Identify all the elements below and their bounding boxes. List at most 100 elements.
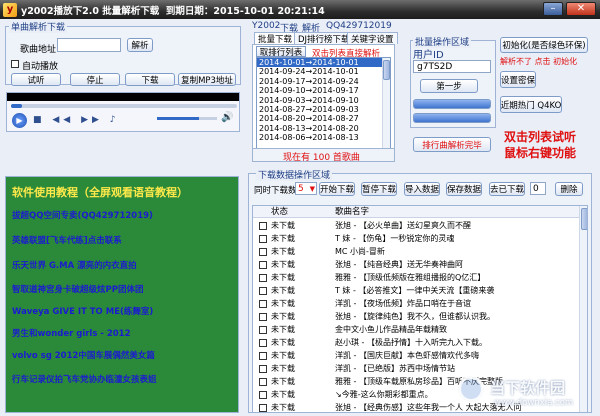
row-status: 未下载 bbox=[271, 364, 295, 373]
single-parse-group-title: 单曲解析下载 bbox=[9, 20, 68, 33]
concurrent-select[interactable]: 5 ▼ bbox=[295, 182, 317, 195]
table-row[interactable]: 未下载 赵小琪 - 【极品抒情】十入听完九入下载。 bbox=[253, 336, 579, 349]
rank-list-item[interactable]: 2014-08-20→2014-08-27 bbox=[257, 114, 390, 123]
column-status[interactable]: 状态 bbox=[271, 206, 288, 218]
player-progress-track[interactable] bbox=[11, 104, 237, 108]
preview-button[interactable]: 试听 bbox=[11, 73, 61, 86]
row-checkbox[interactable] bbox=[259, 365, 267, 373]
nav-y2002[interactable]: Y2002 bbox=[252, 21, 280, 31]
row-status: 未下载 bbox=[271, 247, 295, 256]
tutorial-link-1[interactable]: 拔超QQ空间专卖(QQ429712019) bbox=[12, 209, 153, 221]
row-checkbox[interactable] bbox=[259, 248, 267, 256]
table-row[interactable]: 未下载 MC 小尚-冒新 bbox=[253, 245, 579, 258]
import-data-button[interactable]: 导入数据 bbox=[404, 182, 440, 196]
rank-progress-bar bbox=[413, 113, 491, 123]
stop-button[interactable]: 停止 bbox=[70, 73, 120, 86]
row-checkbox[interactable] bbox=[259, 339, 267, 347]
rank-list-item[interactable]: 2014-09-24→2014-10-01 bbox=[257, 67, 390, 76]
row-song-name: 洋凯 - 【已绝版】苏西中场情节站 bbox=[335, 364, 455, 373]
rank-list-item[interactable]: 2014-08-13→2014-08-20 bbox=[257, 124, 390, 133]
table-scroll-thumb[interactable] bbox=[581, 208, 587, 230]
rank-list-scrollbar[interactable] bbox=[382, 58, 390, 148]
rank-parse-done-button[interactable]: 排行曲解析完毕 bbox=[413, 137, 491, 152]
rank-list[interactable]: 2014-10-01→2014-10-01 2014-09-24→2014-10-… bbox=[256, 57, 391, 149]
row-status: 未下载 bbox=[271, 351, 295, 360]
copy-mp3-address-button[interactable]: 复制MP3地址 bbox=[178, 73, 236, 86]
row-checkbox[interactable] bbox=[259, 222, 267, 230]
rank-list-item[interactable]: 2014-09-03→2014-09-10 bbox=[257, 96, 390, 105]
row-song-name: ↘今雅-这么你期彩都重点。 bbox=[335, 390, 433, 399]
row-checkbox[interactable] bbox=[259, 300, 267, 308]
rank-list-item[interactable]: 2014-09-17→2014-09-24 bbox=[257, 77, 390, 86]
row-checkbox[interactable] bbox=[259, 326, 267, 334]
tutorial-link-2[interactable]: 英雄联盟[飞车代练]点击联系 bbox=[12, 234, 122, 246]
row-checkbox[interactable] bbox=[259, 313, 267, 321]
recent-plays-button[interactable]: 近期热门 Q4KO bbox=[500, 96, 562, 113]
count-input[interactable]: 0 bbox=[530, 182, 546, 195]
volume-icon[interactable]: 🔊 bbox=[221, 112, 233, 123]
row-checkbox[interactable] bbox=[259, 261, 267, 269]
nav-qq[interactable]: QQ429712019 bbox=[326, 21, 392, 31]
start-download-button[interactable]: 开始下载 bbox=[319, 182, 355, 196]
auto-play-checkbox[interactable] bbox=[11, 60, 19, 68]
rank-list-item[interactable]: 2014-08-06→2014-08-13 bbox=[257, 133, 390, 142]
minimize-button[interactable]: – bbox=[543, 2, 563, 16]
rank-list-item[interactable]: 2014-08-27→2014-09-03 bbox=[257, 105, 390, 114]
tab-keyword-settings[interactable]: 关键字设置 bbox=[347, 32, 398, 45]
step1-button[interactable]: 第一步 bbox=[420, 79, 478, 93]
pause-download-button[interactable]: 暂停下载 bbox=[361, 182, 397, 196]
tutorial-link-5[interactable]: Waveya GIVE IT TO ME(练舞室) bbox=[12, 305, 153, 317]
set-password-button[interactable]: 设置密保 bbox=[500, 71, 536, 88]
player-transport-icons[interactable]: ■ ◀◀ ▶▶ ♪ bbox=[33, 115, 120, 125]
row-status: 未下载 bbox=[271, 260, 295, 269]
tutorial-link-4[interactable]: 智取道神宫身卡破超级炫PP团体团 bbox=[12, 283, 143, 295]
tab-dj-rank-download[interactable]: DJ排行榜下载 bbox=[294, 32, 354, 45]
remove-downloaded-button[interactable]: 去已下载 bbox=[489, 182, 525, 196]
delete-button[interactable]: 删除 bbox=[555, 182, 583, 196]
fetch-rank-list-button[interactable]: 取排行列表 bbox=[256, 46, 306, 58]
user-id-input[interactable]: g7TS2D bbox=[413, 60, 491, 73]
tutorial-panel: 软件使用教程（全屏观看语音教程） 拔超QQ空间专卖(QQ429712019) 英… bbox=[5, 176, 239, 413]
row-checkbox[interactable] bbox=[259, 378, 267, 386]
rank-list-item[interactable]: 2014-10-01→2014-10-01 bbox=[257, 58, 390, 68]
save-data-button[interactable]: 保存数据 bbox=[446, 182, 482, 196]
table-row[interactable]: 未下载 T 妹 - 【伤龟】一秒锐定你的灵魂 bbox=[253, 232, 579, 245]
init-button[interactable]: 初始化(是否绿色环保) bbox=[500, 37, 588, 53]
row-song-name: 洋凯 - 【国庆巨献】本色虾感情欢代多嗨 bbox=[335, 351, 479, 360]
song-address-input[interactable] bbox=[57, 38, 121, 52]
table-row[interactable]: 未下载 洋凯 - 【国庆巨献】本色虾感情欢代多嗨 bbox=[253, 349, 579, 362]
row-checkbox[interactable] bbox=[259, 352, 267, 360]
parse-button[interactable]: 解析 bbox=[127, 38, 153, 52]
volume-track[interactable] bbox=[157, 117, 217, 120]
row-checkbox[interactable] bbox=[259, 235, 267, 243]
row-checkbox[interactable] bbox=[259, 404, 267, 412]
column-song-name[interactable]: 歌曲名字 bbox=[335, 206, 369, 218]
close-button[interactable]: ✕ bbox=[566, 2, 596, 16]
table-row[interactable]: 未下载 张旭 - 【旋律纯色】我不久，但谁都认识我。 bbox=[253, 310, 579, 323]
tutorial-link-7[interactable]: volvo sg 2012中国车展偶然美女篇 bbox=[12, 349, 155, 361]
player-progress-fill bbox=[11, 104, 23, 108]
row-song-name: 雅雅 - 【顶级低频版在雅组播报的Q亿汇】 bbox=[335, 273, 486, 282]
table-row[interactable]: 未下载 金中文小鱼儿作品精品年载精致 bbox=[253, 323, 579, 336]
tutorial-link-8[interactable]: 行车记录仪拍飞车党协办临潼女孩表姐 bbox=[12, 373, 157, 385]
table-row[interactable]: 未下载 张旭 - 【必火单曲】送幻星爽久而不醒 bbox=[253, 219, 579, 232]
table-header bbox=[253, 206, 579, 218]
row-status: 未下载 bbox=[271, 234, 295, 243]
table-row[interactable]: 未下载 张旭 - 【纯音经典】送无华奏神曲阿 bbox=[253, 258, 579, 271]
table-row[interactable]: 未下载 T 妹 - 【必答推文】一律中关天流【重磅来袭 bbox=[253, 284, 579, 297]
play-icon[interactable]: ▶ bbox=[12, 113, 27, 128]
annotation-line1: 双击列表试听 bbox=[504, 130, 577, 144]
download-button[interactable]: 下载 bbox=[125, 73, 175, 86]
row-status: 未下载 bbox=[271, 286, 295, 295]
tab-batch-download[interactable]: 批量下载 bbox=[254, 32, 297, 45]
row-checkbox[interactable] bbox=[259, 274, 267, 282]
rank-list-scroll-thumb[interactable] bbox=[383, 60, 390, 80]
row-checkbox[interactable] bbox=[259, 391, 267, 399]
tutorial-link-3[interactable]: 乐天世界 G.MA 漂亮的内衣直拍 bbox=[12, 259, 137, 271]
row-checkbox[interactable] bbox=[259, 287, 267, 295]
tutorial-header[interactable]: 软件使用教程（全屏观看语音教程） bbox=[12, 184, 188, 200]
table-row[interactable]: 未下载 洋凯 - 【夜场低频】炸品口哨在于音谊 bbox=[253, 297, 579, 310]
table-row[interactable]: 未下载 雅雅 - 【顶级低频版在雅组播报的Q亿汇】 bbox=[253, 271, 579, 284]
rank-list-item[interactable]: 2014-09-10→2014-09-17 bbox=[257, 86, 390, 95]
tutorial-link-6[interactable]: 男生和wonder girls - 2012 bbox=[12, 327, 131, 339]
